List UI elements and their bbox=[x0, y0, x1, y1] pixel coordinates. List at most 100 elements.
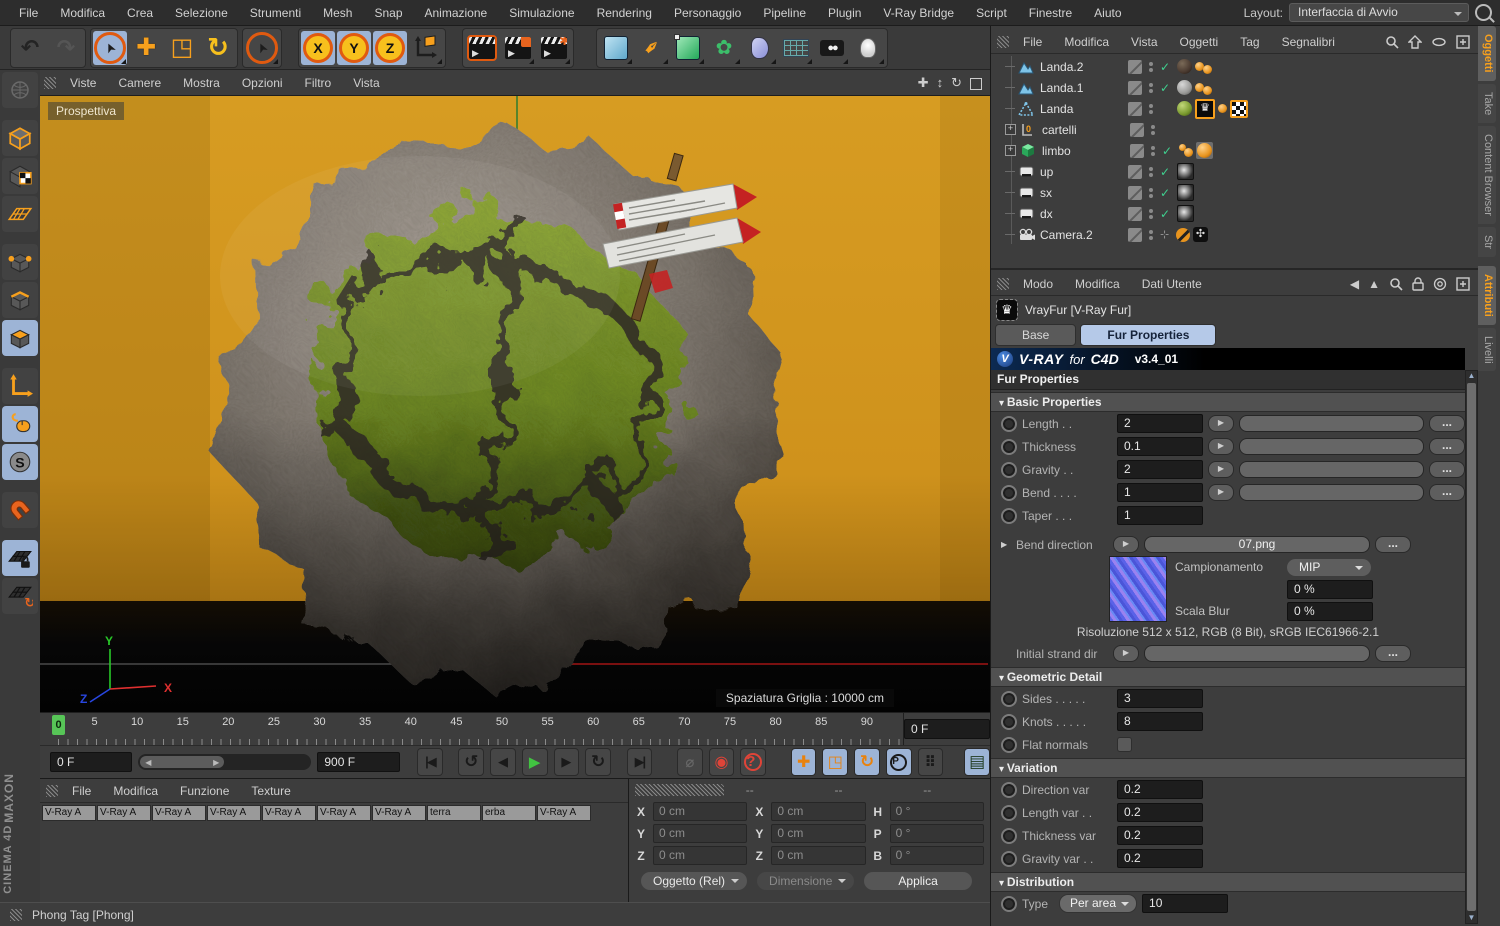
object-axis-mode-button[interactable] bbox=[2, 368, 38, 404]
attr-menu-dati-utente[interactable]: Dati Utente bbox=[1132, 277, 1212, 291]
object-row-dx[interactable]: dx ✓ bbox=[991, 203, 1478, 224]
menu-rendering[interactable]: Rendering bbox=[586, 0, 663, 26]
position-x-field[interactable]: 0 cm bbox=[653, 802, 747, 821]
menu-file[interactable]: File bbox=[8, 0, 49, 26]
add-panel-icon[interactable] bbox=[1456, 35, 1470, 49]
key-parameter-toggle[interactable] bbox=[886, 748, 912, 776]
attr-menu-modifica[interactable]: Modifica bbox=[1065, 277, 1130, 291]
next-frame-button[interactable] bbox=[554, 748, 580, 776]
viewport-menu-mostra[interactable]: Mostra bbox=[173, 76, 230, 90]
menu-modifica[interactable]: Modifica bbox=[49, 0, 116, 26]
om-menu-oggetti[interactable]: Oggetti bbox=[1170, 35, 1229, 49]
add-panel-icon[interactable] bbox=[1456, 277, 1470, 291]
keyframe-selection-button[interactable] bbox=[964, 748, 990, 776]
apply-button[interactable]: Applica bbox=[864, 872, 971, 890]
size-y-field[interactable]: 0 cm bbox=[771, 824, 865, 843]
om-menu-segnalibri[interactable]: Segnalibri bbox=[1272, 35, 1345, 49]
length-field[interactable]: 2 bbox=[1117, 414, 1203, 433]
bend-direction-texture-slot[interactable]: 07.png bbox=[1144, 536, 1370, 553]
scroll-handle[interactable] bbox=[1467, 383, 1476, 911]
taper-field[interactable]: 1 bbox=[1117, 506, 1203, 525]
polygons-mode-button[interactable] bbox=[2, 320, 38, 356]
menu-personaggio[interactable]: Personaggio bbox=[663, 0, 752, 26]
expand-toggle-icon[interactable]: + bbox=[1005, 145, 1016, 156]
model-mode-button[interactable] bbox=[2, 120, 38, 156]
viewport-rotate-icon[interactable]: ↻ bbox=[951, 75, 962, 91]
layer-tag-icon[interactable] bbox=[1128, 81, 1142, 95]
layer-tag-icon[interactable] bbox=[1130, 123, 1144, 137]
scroll-up-icon[interactable]: ▲ bbox=[1466, 371, 1477, 381]
menu-selezione[interactable]: Selezione bbox=[164, 0, 239, 26]
object-row-landa1[interactable]: Landa.1 ✓ bbox=[991, 77, 1478, 98]
compositing-tag-icon[interactable] bbox=[1177, 184, 1194, 201]
add-light-button[interactable] bbox=[851, 31, 885, 65]
visibility-dots-icon[interactable] bbox=[1149, 104, 1153, 114]
layer-tag-icon[interactable] bbox=[1128, 60, 1142, 74]
edges-mode-button[interactable] bbox=[2, 282, 38, 318]
texture-expand-button[interactable] bbox=[1208, 415, 1234, 432]
timeline-scrollbar[interactable]: ◀▶ bbox=[138, 754, 311, 770]
enabled-check-icon[interactable]: ✓ bbox=[1162, 144, 1176, 158]
menu-pipeline[interactable]: Pipeline bbox=[752, 0, 817, 26]
vrayfur-tag-icon-selected[interactable] bbox=[1195, 99, 1215, 119]
coords-mode-dropdown[interactable]: Oggetto (Rel) bbox=[641, 872, 747, 890]
om-menu-file[interactable]: File bbox=[1013, 35, 1052, 49]
undo-button[interactable] bbox=[13, 31, 47, 65]
rotation-b-field[interactable]: 0 ° bbox=[890, 846, 984, 865]
panel-grip-icon[interactable] bbox=[997, 278, 1009, 290]
texture-expand-button[interactable] bbox=[1113, 536, 1139, 553]
material-menu-funzione[interactable]: Funzione bbox=[170, 784, 239, 798]
object-row-up[interactable]: up ✓ bbox=[991, 161, 1478, 182]
rotation-h-field[interactable]: 0 ° bbox=[890, 802, 984, 821]
thickness-var-field[interactable]: 0.2 bbox=[1117, 826, 1203, 845]
add-spline-button[interactable] bbox=[635, 31, 669, 65]
object-row-landa2[interactable]: Landa.2 ✓ bbox=[991, 56, 1478, 77]
scale-blur-field[interactable]: 0 % bbox=[1287, 602, 1373, 621]
menu-aiuto[interactable]: Aiuto bbox=[1083, 0, 1132, 26]
thickness-texture-slot[interactable] bbox=[1239, 438, 1424, 455]
move-tool-button[interactable] bbox=[129, 31, 163, 65]
history-up-icon[interactable]: ▲ bbox=[1368, 277, 1380, 291]
tab-attributi[interactable]: Attributi bbox=[1478, 266, 1496, 325]
menu-plugin[interactable]: Plugin bbox=[817, 0, 872, 26]
flat-normals-checkbox[interactable] bbox=[1117, 737, 1132, 752]
viewport-menu-filtro[interactable]: Filtro bbox=[295, 76, 342, 90]
layer-tag-icon[interactable] bbox=[1128, 186, 1142, 200]
material-item[interactable]: V-Ray A bbox=[372, 805, 426, 821]
autokey-button[interactable] bbox=[709, 748, 735, 776]
tweak-mode-button[interactable] bbox=[2, 406, 38, 442]
layer-tag-icon[interactable] bbox=[1128, 207, 1142, 221]
workplane-lock-button[interactable] bbox=[2, 540, 38, 576]
protection-tag-icon[interactable] bbox=[1176, 228, 1190, 242]
animate-radio-icon[interactable] bbox=[1001, 737, 1017, 753]
material-tag-icon[interactable] bbox=[1177, 80, 1192, 95]
browse-button[interactable] bbox=[1429, 461, 1465, 478]
play-button[interactable] bbox=[522, 748, 548, 776]
scroll-down-icon[interactable]: ▼ bbox=[1466, 913, 1477, 923]
material-item[interactable]: V-Ray A bbox=[207, 805, 261, 821]
distribution-count-field[interactable]: 10 bbox=[1142, 894, 1228, 913]
points-mode-button[interactable] bbox=[2, 244, 38, 280]
lock-x-axis-button[interactable]: X bbox=[301, 31, 335, 65]
search-icon[interactable] bbox=[1389, 277, 1403, 291]
add-camera-button[interactable] bbox=[815, 31, 849, 65]
texture-tag-icon[interactable] bbox=[1184, 148, 1193, 157]
tab-fur-properties[interactable]: Fur Properties bbox=[1080, 324, 1216, 346]
bend-texture-slot[interactable] bbox=[1239, 484, 1424, 501]
help-button[interactable] bbox=[740, 748, 766, 776]
direction-var-field[interactable]: 0.2 bbox=[1117, 780, 1203, 799]
enabled-check-icon[interactable]: ✓ bbox=[1160, 60, 1174, 74]
menu-script[interactable]: Script bbox=[965, 0, 1018, 26]
rotate-tool-button[interactable] bbox=[201, 31, 235, 65]
animate-radio-icon[interactable] bbox=[1001, 851, 1017, 867]
browse-button[interactable] bbox=[1429, 415, 1465, 432]
tab-take[interactable]: Take bbox=[1478, 84, 1496, 123]
panel-grip-icon[interactable] bbox=[635, 784, 724, 796]
workplane-mode-button[interactable] bbox=[2, 196, 38, 232]
viewport-pan-icon[interactable]: ✚ bbox=[918, 75, 929, 91]
animate-radio-icon[interactable] bbox=[1001, 485, 1017, 501]
expand-arrow-icon[interactable] bbox=[1001, 539, 1011, 550]
visibility-dots-icon[interactable] bbox=[1151, 146, 1155, 156]
layer-tag-icon[interactable] bbox=[1128, 228, 1142, 242]
om-menu-modifica[interactable]: Modifica bbox=[1054, 35, 1119, 49]
